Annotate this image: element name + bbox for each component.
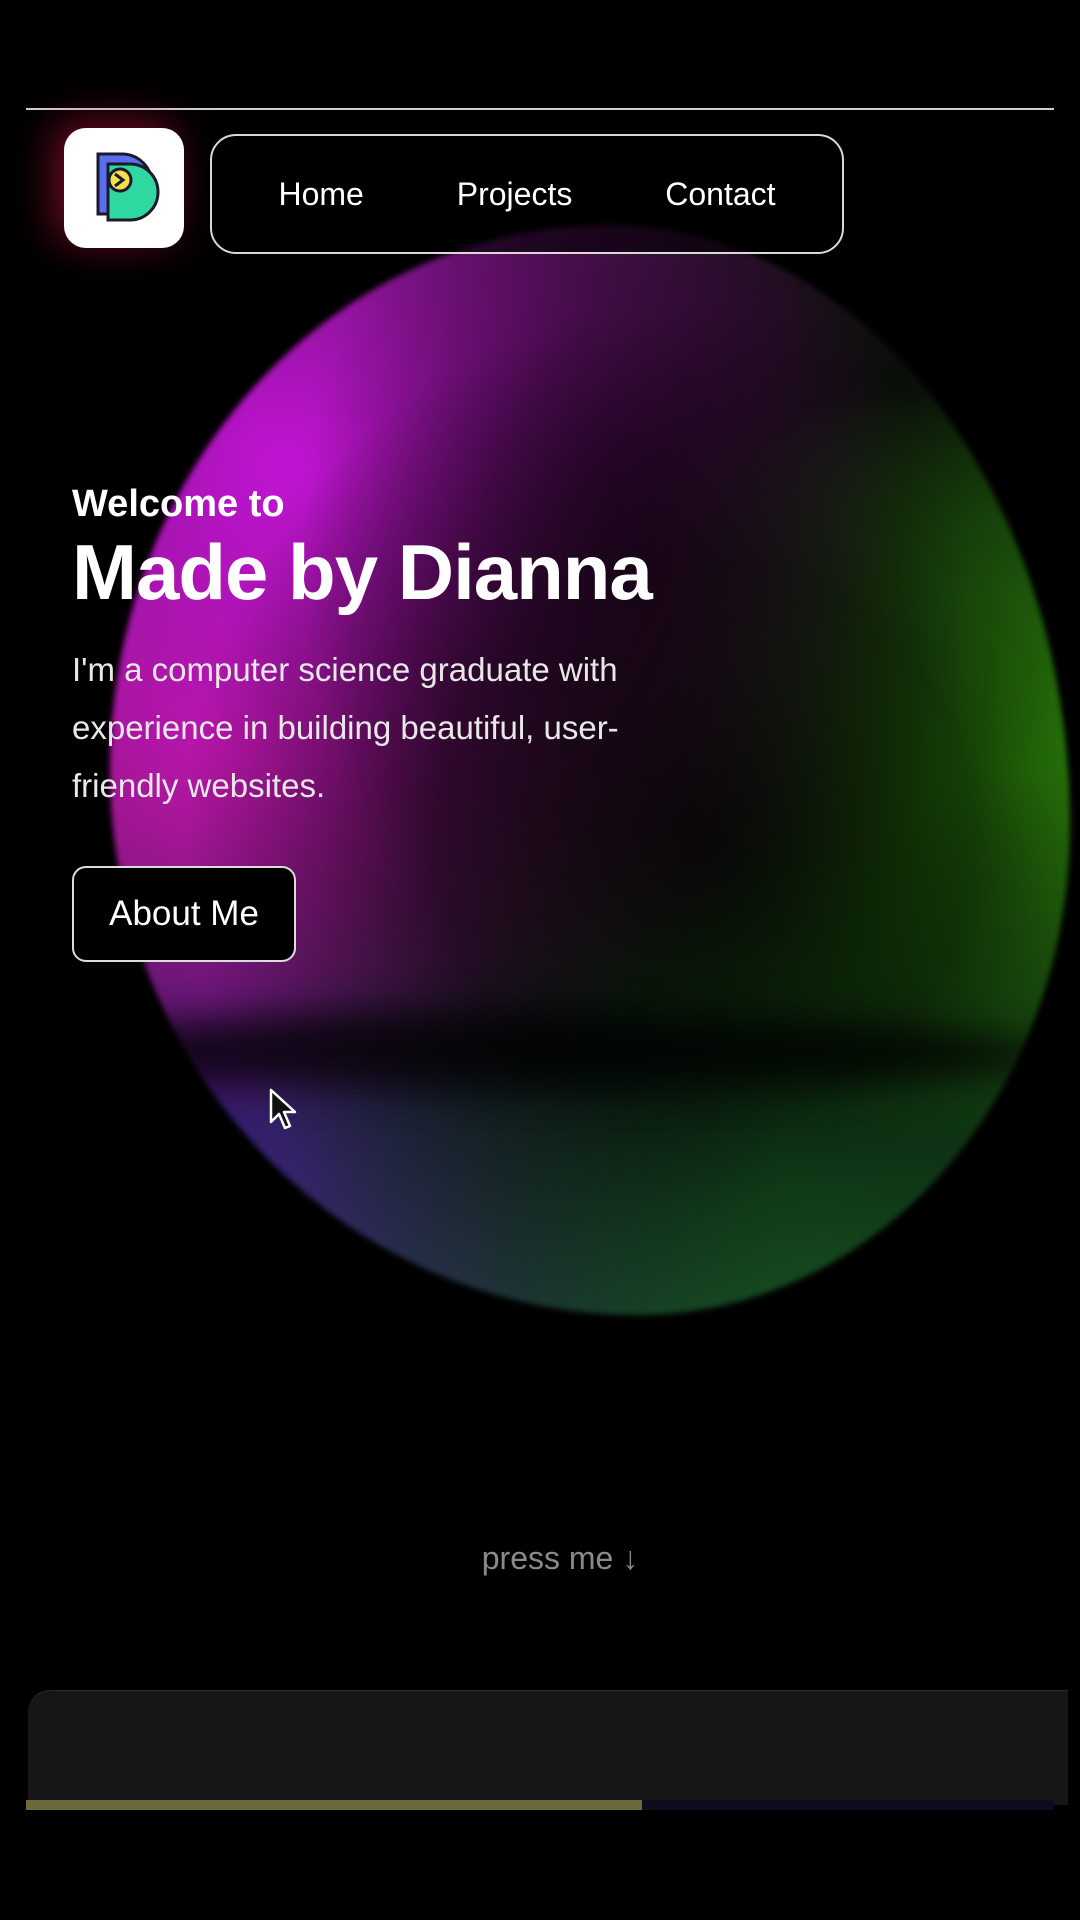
nav-item-home[interactable]: Home xyxy=(278,176,363,213)
hero-kicker: Welcome to xyxy=(72,483,285,525)
nav-item-contact[interactable]: Contact xyxy=(665,176,775,213)
hero-content: Welcome to Made by Dianna I'm a computer… xyxy=(72,482,752,815)
hero-description: I'm a computer science graduate with exp… xyxy=(72,651,619,805)
page: Home Projects Contact Welcome to Made by… xyxy=(0,0,1080,1920)
next-section-card xyxy=(28,1690,1068,1805)
top-divider xyxy=(26,108,1054,110)
hero-title: Made by Dianna xyxy=(72,527,653,616)
bottom-strip-right xyxy=(642,1800,1054,1810)
arrow-pointer-icon xyxy=(269,1088,297,1130)
bottom-strip-left xyxy=(26,1800,642,1810)
d-letter-logo-icon xyxy=(96,152,160,222)
about-me-button[interactable]: About Me xyxy=(72,866,296,962)
main-nav: Home Projects Contact xyxy=(210,134,844,254)
nav-item-projects[interactable]: Projects xyxy=(457,176,573,213)
bottom-shade xyxy=(26,1500,1054,1690)
scroll-hint[interactable]: press me ↓ xyxy=(440,1540,680,1577)
site-logo[interactable] xyxy=(64,128,184,248)
